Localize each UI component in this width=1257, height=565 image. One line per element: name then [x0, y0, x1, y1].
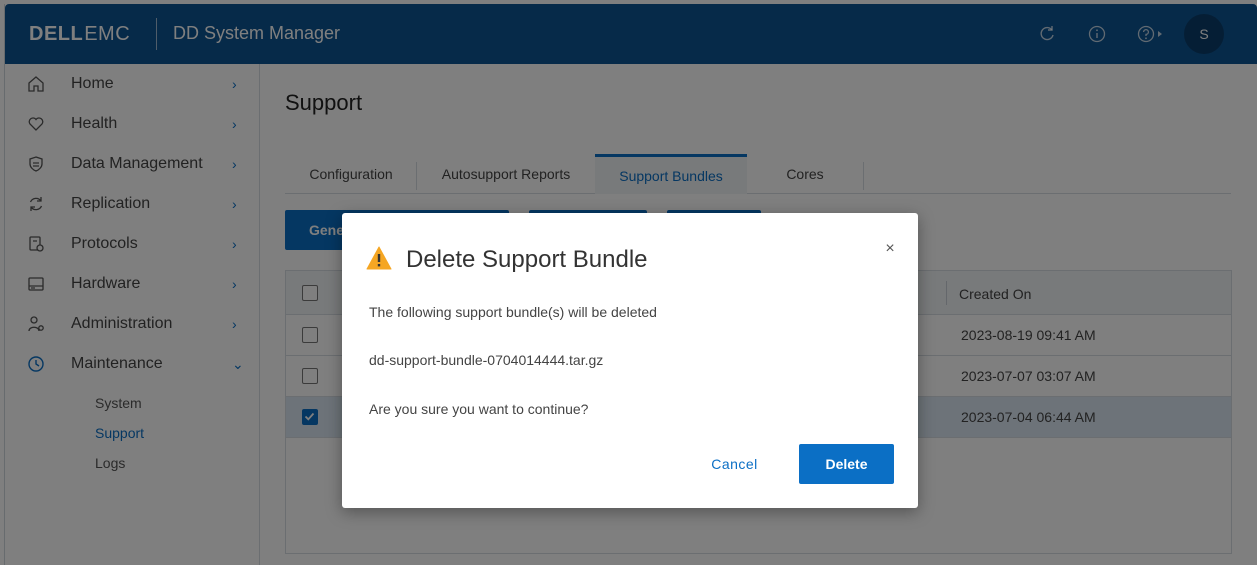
delete-button[interactable]: Delete [799, 444, 894, 484]
close-icon[interactable]: × [882, 240, 898, 258]
warning-icon [366, 246, 392, 270]
dialog-title: Delete Support Bundle [406, 246, 648, 273]
delete-support-bundle-dialog: Delete Support Bundle × The following su… [342, 213, 918, 508]
cancel-button[interactable]: Cancel [697, 444, 772, 484]
confirm-question: Are you sure you want to continue? [369, 401, 589, 417]
dialog-message: The following support bundle(s) will be … [369, 304, 657, 320]
bundle-name: dd-support-bundle-0704014444.tar.gz [369, 352, 604, 368]
